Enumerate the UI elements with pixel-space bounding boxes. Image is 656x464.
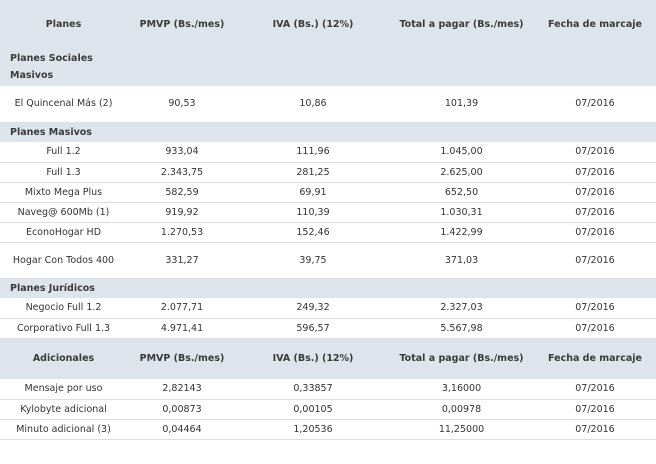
- table-row: Corporativo Full 1.3 4.971,41 596,57 5.5…: [0, 318, 656, 339]
- iva-value: 1,20536: [237, 419, 389, 440]
- fecha-value: 07/2016: [534, 162, 656, 183]
- section-header-row: Planes Jurídicos: [0, 278, 656, 298]
- section-header-row: Planes Sociales Masivos: [0, 48, 656, 86]
- total-value: 1.422,99: [389, 222, 534, 243]
- table-row: EconoHogar HD 1.270,53 152,46 1.422,99 0…: [0, 222, 656, 243]
- table-row: Hogar Con Todos 400 331,27 39,75 371,03 …: [0, 242, 656, 279]
- pmvp-value: 1.270,53: [127, 222, 237, 243]
- total-value: 2.327,03: [389, 298, 534, 319]
- section-title: Planes Sociales Masivos: [0, 48, 127, 86]
- fecha-value: 07/2016: [534, 142, 656, 163]
- iva-value: 596,57: [237, 318, 389, 339]
- item-name: Mensaje por uso: [0, 379, 127, 400]
- total-value: 1.030,31: [389, 202, 534, 223]
- pmvp-value: 2.077,71: [127, 298, 237, 319]
- pmvp-value: 933,04: [127, 142, 237, 163]
- pmvp-value: 2.343,75: [127, 162, 237, 183]
- pmvp-value: 582,59: [127, 182, 237, 203]
- total-value: 2.625,00: [389, 162, 534, 183]
- fecha-value: 07/2016: [534, 222, 656, 243]
- header-fecha: Fecha de marcaje: [534, 0, 656, 48]
- table-row: Full 1.3 2.343,75 281,25 2.625,00 07/201…: [0, 162, 656, 183]
- table-header-row: Planes PMVP (Bs./mes) IVA (Bs.) (12%) To…: [0, 0, 656, 48]
- table-row: Naveg@ 600Mb (1) 919,92 110,39 1.030,31 …: [0, 202, 656, 223]
- plan-name: Mixto Mega Plus: [0, 182, 127, 203]
- total-value: 1.045,00: [389, 142, 534, 163]
- header-fecha: Fecha de marcaje: [534, 338, 656, 379]
- pmvp-value: 919,92: [127, 202, 237, 223]
- plan-name: Negocio Full 1.2: [0, 298, 127, 319]
- section-header-row: Planes Masivos: [0, 122, 656, 142]
- header-planes: Planes: [0, 0, 127, 48]
- iva-value: 152,46: [237, 222, 389, 243]
- fecha-value: 07/2016: [534, 202, 656, 223]
- total-value: 3,16000: [389, 379, 534, 400]
- section-title: Planes Jurídicos: [0, 278, 127, 298]
- plan-name: Hogar Con Todos 400: [0, 242, 127, 279]
- fecha-value: 07/2016: [534, 182, 656, 203]
- iva-value: 110,39: [237, 202, 389, 223]
- iva-value: 10,86: [237, 86, 389, 123]
- table-row: El Quincenal Más (2) 90,53 10,86 101,39 …: [0, 86, 656, 123]
- rates-table: Planes PMVP (Bs./mes) IVA (Bs.) (12%) To…: [0, 0, 656, 440]
- pmvp-value: 90,53: [127, 86, 237, 123]
- total-value: 371,03: [389, 242, 534, 279]
- header-total: Total a pagar (Bs./mes): [389, 338, 534, 379]
- pmvp-value: 2,82143: [127, 379, 237, 400]
- plan-name: Naveg@ 600Mb (1): [0, 202, 127, 223]
- iva-value: 0,33857: [237, 379, 389, 400]
- additional-header-row: Adicionales PMVP (Bs./mes) IVA (Bs.) (12…: [0, 338, 656, 379]
- table-row: Mixto Mega Plus 582,59 69,91 652,50 07/2…: [0, 182, 656, 203]
- header-iva: IVA (Bs.) (12%): [237, 0, 389, 48]
- table-row: Negocio Full 1.2 2.077,71 249,32 2.327,0…: [0, 298, 656, 319]
- header-iva: IVA (Bs.) (12%): [237, 338, 389, 379]
- item-name: Minuto adicional (3): [0, 419, 127, 440]
- item-name: Kylobyte adicional: [0, 399, 127, 420]
- fecha-value: 07/2016: [534, 242, 656, 279]
- total-value: 11,25000: [389, 419, 534, 440]
- header-total: Total a pagar (Bs./mes): [389, 0, 534, 48]
- plan-name: El Quincenal Más (2): [0, 86, 127, 123]
- table-row: Full 1.2 933,04 111,96 1.045,00 07/2016: [0, 142, 656, 163]
- fecha-value: 07/2016: [534, 419, 656, 440]
- total-value: 652,50: [389, 182, 534, 203]
- pmvp-value: 0,04464: [127, 419, 237, 440]
- pmvp-value: 4.971,41: [127, 318, 237, 339]
- fecha-value: 07/2016: [534, 86, 656, 123]
- iva-value: 111,96: [237, 142, 389, 163]
- iva-value: 0,00105: [237, 399, 389, 420]
- fecha-value: 07/2016: [534, 399, 656, 420]
- iva-value: 249,32: [237, 298, 389, 319]
- pmvp-value: 0,00873: [127, 399, 237, 420]
- plan-name: Corporativo Full 1.3: [0, 318, 127, 339]
- fecha-value: 07/2016: [534, 318, 656, 339]
- iva-value: 281,25: [237, 162, 389, 183]
- plan-name: Full 1.3: [0, 162, 127, 183]
- total-value: 0,00978: [389, 399, 534, 420]
- plan-name: EconoHogar HD: [0, 222, 127, 243]
- iva-value: 69,91: [237, 182, 389, 203]
- plan-name: Full 1.2: [0, 142, 127, 163]
- pmvp-value: 331,27: [127, 242, 237, 279]
- table-row: Mensaje por uso 2,82143 0,33857 3,16000 …: [0, 379, 656, 400]
- table-row: Minuto adicional (3) 0,04464 1,20536 11,…: [0, 419, 656, 440]
- header-pmvp: PMVP (Bs./mes): [127, 338, 237, 379]
- fecha-value: 07/2016: [534, 379, 656, 400]
- iva-value: 39,75: [237, 242, 389, 279]
- header-pmvp: PMVP (Bs./mes): [127, 0, 237, 48]
- header-adicionales: Adicionales: [0, 338, 127, 379]
- section-title: Planes Masivos: [0, 122, 127, 142]
- total-value: 5.567,98: [389, 318, 534, 339]
- total-value: 101,39: [389, 86, 534, 123]
- table-row: Kylobyte adicional 0,00873 0,00105 0,009…: [0, 399, 656, 420]
- fecha-value: 07/2016: [534, 298, 656, 319]
